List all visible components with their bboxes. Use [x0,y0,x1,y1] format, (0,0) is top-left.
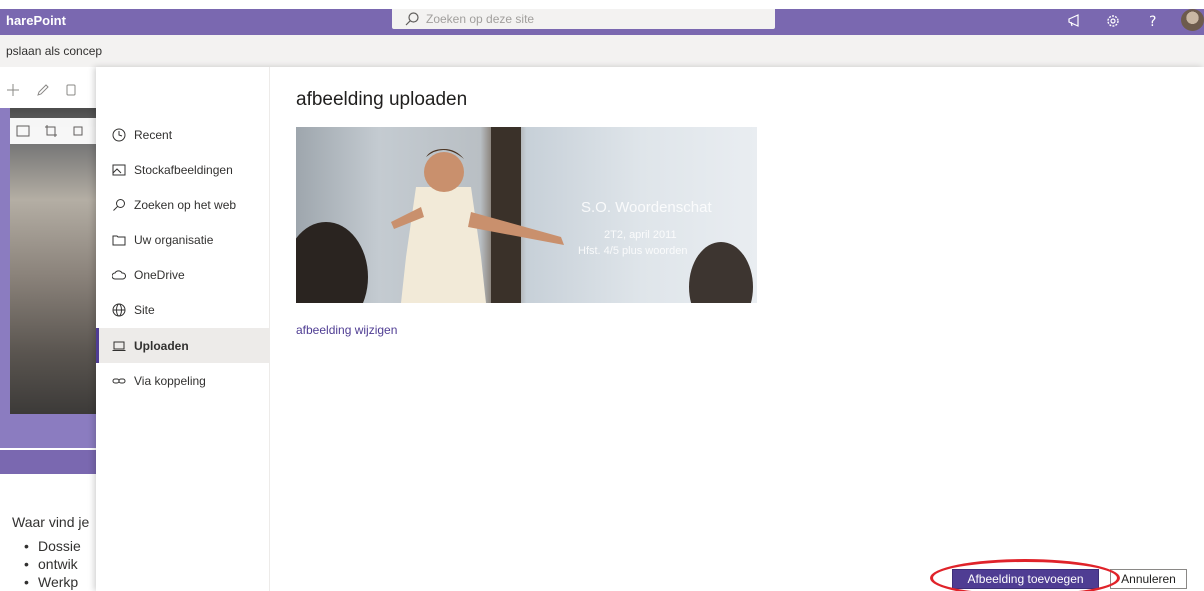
page-list: Dossie ontwik Werkp [24,537,81,591]
add-image-button[interactable]: Afbeelding toevoegen [952,569,1099,589]
search-placeholder: Zoeken op deze site [426,12,535,26]
link-icon [112,378,126,383]
nav-item-label: Zoeken op het web [134,197,237,212]
list-item-text: ontwik [38,556,78,572]
slide-line2: Hfst. 4/5 plus woorden [578,245,688,257]
clock-icon [112,128,126,141]
change-image-link[interactable]: afbeelding wijzigen [296,323,397,337]
crop-icon[interactable] [44,124,58,138]
resize-icon[interactable] [70,124,86,138]
nav-item-label: Stockafbeeldingen [134,162,233,177]
search-box[interactable]: Zoeken op deze site [392,9,775,29]
search-icon [405,12,419,26]
nav-item-label: Uploaden [134,338,189,353]
nav-item-via-link[interactable]: Via koppeling [96,363,269,398]
image-picker-panel: Recent Stockafbeeldingen Zoeken op het w… [96,67,1204,591]
gear-icon[interactable] [1104,12,1122,30]
search-icon [113,198,125,211]
section-band [0,414,96,448]
command-bar: pslaan als concep [0,35,1204,67]
cloud-icon [112,269,126,279]
section-band [0,108,10,414]
picker-nav: Recent Stockafbeeldingen Zoeken op het w… [96,67,270,591]
edit-toolbar [0,80,96,104]
help-icon[interactable]: ? [1144,12,1162,30]
nav-item-upload[interactable]: Uploaden [96,328,269,363]
nav-item-label: Site [134,302,155,317]
section-band [0,450,96,474]
folder-icon [112,235,126,245]
image-settings-icon[interactable] [16,124,30,138]
nav-item-organization[interactable]: Uw organisatie [96,222,269,257]
list-item: Werkp [24,573,81,591]
nav-item-label: Recent [134,127,173,142]
photo-person-body [401,187,486,303]
globe-icon [112,303,126,316]
app-brand[interactable]: harePoint [6,13,66,28]
cancel-button[interactable]: Annuleren [1110,569,1187,589]
megaphone-icon[interactable] [1066,12,1084,30]
nav-item-label: Uw organisatie [134,232,214,247]
svg-text:?: ? [1149,14,1156,30]
nav-item-stock-images[interactable]: Stockafbeeldingen [96,152,269,187]
move-icon[interactable] [6,83,20,97]
nav-item-web-search[interactable]: Zoeken op het web [96,187,269,222]
slide-line1: 2T2, april 2011 [604,229,677,241]
nav-item-label: Via koppeling [134,373,206,388]
nav-item-recent[interactable]: Recent [96,117,269,152]
nav-item-onedrive[interactable]: OneDrive [96,257,269,292]
laptop-icon [112,341,126,351]
photo-audience-head [296,222,368,303]
image-preview: S.O. Woordenschat 2T2, april 2011 Hfst. … [296,127,757,303]
page-text: Waar vind je [12,514,90,530]
list-item: ontwik [24,555,81,573]
avatar[interactable] [1181,9,1204,31]
photo-person-head [424,152,464,192]
save-draft-button[interactable]: pslaan als concep [6,44,102,58]
pencil-icon[interactable] [36,83,50,97]
photo-doorframe [491,127,521,303]
page-title: afbeelding uploaden [296,89,468,110]
copy-icon[interactable] [64,83,78,97]
list-item: Dossie [24,537,81,555]
suite-bar: harePoint Zoeken op deze site ? [0,9,1204,35]
image-toolbar [10,118,96,144]
nav-item-site[interactable]: Site [96,292,269,327]
stock-images-icon [112,164,126,175]
hero-image [10,108,96,414]
photo-audience-head [689,242,753,303]
slide-title: S.O. Woordenschat [581,199,712,216]
nav-item-label: OneDrive [134,267,185,282]
